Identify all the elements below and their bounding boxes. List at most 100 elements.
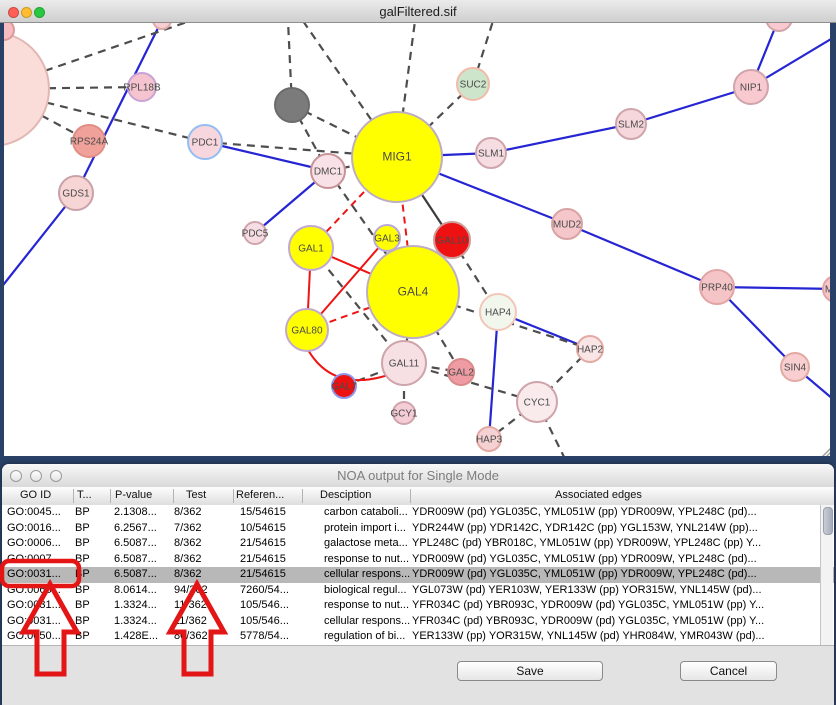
column-separator[interactable] — [173, 489, 174, 503]
zoom-button[interactable] — [34, 7, 45, 18]
table-row[interactable]: GO:0031...BP1.3324...11/362105/546...cel… — [2, 614, 834, 630]
cell-assoc: YFR034C (pd) YBR093C, YDR009W (pd) YGL03… — [412, 599, 818, 611]
close-button-inactive[interactable] — [10, 470, 22, 482]
cell-test: 8/362 — [174, 568, 238, 580]
column-header-t-[interactable]: T... — [77, 489, 92, 501]
cell-type: BP — [75, 630, 111, 642]
minimize-button[interactable] — [21, 7, 32, 18]
cell-description: biological regul... — [324, 584, 410, 596]
cell-go_id: GO:0007... — [7, 553, 73, 565]
column-separator[interactable] — [302, 489, 303, 503]
close-button[interactable] — [8, 7, 19, 18]
table-row[interactable]: GO:0007...BP6.5087...8/36221/54615respon… — [2, 552, 834, 568]
edge[interactable] — [76, 23, 162, 193]
edge[interactable] — [567, 224, 717, 287]
cell-go_id: GO:0006... — [7, 537, 73, 549]
node-label: NIP1 — [740, 83, 763, 94]
table-row[interactable]: GO:0065...BP8.0614...94/3627260/54...bio… — [2, 583, 834, 599]
cell-assoc: YDR009W (pd) YGL035C, YML051W (pp) YDR00… — [412, 553, 818, 565]
table-row[interactable]: GO:0050...BP1.428E...80/3625778/54...reg… — [2, 629, 834, 645]
cell-reference: 105/546... — [240, 599, 322, 611]
cell-type: BP — [75, 522, 111, 534]
node-label: GCY1 — [390, 409, 418, 420]
cell-type: BP — [75, 553, 111, 565]
column-header-referen-[interactable]: Referen... — [236, 489, 284, 501]
table-header: GO ID T... P-value Test Referen... Desciption… — [2, 487, 834, 506]
noa-titlebar: NOA output for Single Mode — [2, 464, 834, 488]
node-label: GAL1 — [298, 244, 324, 255]
column-header-go-id[interactable]: GO ID — [20, 489, 51, 501]
edge[interactable] — [489, 312, 498, 439]
node-label: SIN4 — [784, 363, 807, 374]
node-label: HAP3 — [476, 435, 503, 446]
cell-assoc: YFR034C (pd) YBR093C, YDR009W (pd) YGL03… — [412, 615, 818, 627]
cell-description: regulation of bi... — [324, 630, 410, 642]
table-row[interactable]: GO:0016...BP6.2567...7/36210/54615protei… — [2, 521, 834, 537]
table-row[interactable]: GO:0006...BP6.5087...8/36221/54615galact… — [2, 536, 834, 552]
edge[interactable] — [631, 87, 751, 124]
column-header-associated-edges[interactable]: Associated edges — [555, 489, 642, 501]
zoom-button-inactive[interactable] — [50, 470, 62, 482]
column-header-test[interactable]: Test — [186, 489, 206, 501]
cell-assoc: YGL073W (pd) YER103W, YER133W (pp) YOR31… — [412, 584, 818, 596]
cell-description: cellular respons... — [324, 568, 410, 580]
table-row[interactable]: GO:0031...BP6.5087...8/36221/54615cellul… — [2, 567, 834, 583]
cell-p_value: 6.5087... — [114, 568, 172, 580]
cell-p_value: 1.3324... — [114, 599, 172, 611]
cell-type: BP — [75, 599, 111, 611]
node-bigleft[interactable] — [4, 32, 49, 146]
cell-description: protein import i... — [324, 522, 410, 534]
node-label: MSN — [825, 285, 830, 296]
node-gray1[interactable] — [275, 88, 309, 122]
network-canvas[interactable]: RPL18BRPS24AGDS1PDC1DMC1MIG1SUC2SLM1SLM2… — [4, 23, 830, 456]
minimize-button-inactive[interactable] — [30, 470, 42, 482]
column-separator[interactable] — [110, 489, 111, 503]
cell-description: cellular respons... — [324, 615, 410, 627]
save-button[interactable]: Save — [457, 661, 603, 681]
table-row[interactable]: GO:0045...BP2.1308...8/36215/54615carbon… — [2, 505, 834, 521]
cancel-button[interactable]: Cancel — [680, 661, 777, 681]
column-separator[interactable] — [410, 489, 411, 503]
scrollbar-thumb[interactable] — [823, 507, 833, 535]
cell-test: 8/362 — [174, 537, 238, 549]
cell-p_value: 1.3324... — [114, 615, 172, 627]
column-header-desciption[interactable]: Desciption — [320, 489, 371, 501]
cell-p_value: 1.428E... — [114, 630, 172, 642]
cell-reference: 10/54615 — [240, 522, 322, 534]
column-header-p-value[interactable]: P-value — [115, 489, 152, 501]
node-label: GAL2 — [448, 368, 474, 379]
cell-test: 8/362 — [174, 506, 238, 518]
node-label: GAL4 — [398, 285, 429, 299]
node-label: PDC1 — [192, 138, 219, 149]
cell-assoc: YPL248C (pd) YBR018C, YML051W (pp) YDR00… — [412, 537, 818, 549]
edge[interactable] — [491, 124, 631, 153]
cell-assoc: YDR009W (pd) YGL035C, YML051W (pp) YDR00… — [412, 568, 818, 580]
cell-reference: 15/54615 — [240, 506, 322, 518]
cell-test: 11/362 — [174, 615, 238, 627]
cell-go_id: GO:0045... — [7, 506, 73, 518]
cell-description: response to nut... — [324, 553, 410, 565]
node-topRight[interactable] — [766, 23, 792, 31]
cell-reference: 21/54615 — [240, 568, 322, 580]
cell-go_id: GO:0031... — [7, 615, 73, 627]
node-label: GDS1 — [62, 189, 90, 200]
cell-description: galactose meta... — [324, 537, 410, 549]
node-label: MUD2 — [553, 220, 582, 231]
node-label: GAL10 — [436, 236, 468, 247]
noa-output-window: NOA output for Single Mode GO ID T... P-va… — [2, 464, 834, 704]
column-separator[interactable] — [233, 489, 234, 503]
noa-window-title: NOA output for Single Mode — [337, 468, 499, 483]
cell-test: 7/362 — [174, 522, 238, 534]
cell-reference: 105/546... — [240, 615, 322, 627]
column-separator[interactable] — [73, 489, 74, 503]
vertical-scrollbar[interactable] — [820, 505, 833, 645]
table-row[interactable]: GO:0031...BP1.3324...11/362105/546...res… — [2, 598, 834, 614]
cell-assoc: YER133W (pp) YOR315W, YNL145W (pd) YHR08… — [412, 630, 818, 642]
cell-type: BP — [75, 615, 111, 627]
cell-reference: 7260/54... — [240, 584, 322, 596]
node-label: RPL18B — [123, 83, 161, 94]
cell-description: response to nut... — [324, 599, 410, 611]
cell-go_id: GO:0050... — [7, 630, 73, 642]
node-label: GAL7 — [331, 382, 357, 393]
cell-p_value: 8.0614... — [114, 584, 172, 596]
